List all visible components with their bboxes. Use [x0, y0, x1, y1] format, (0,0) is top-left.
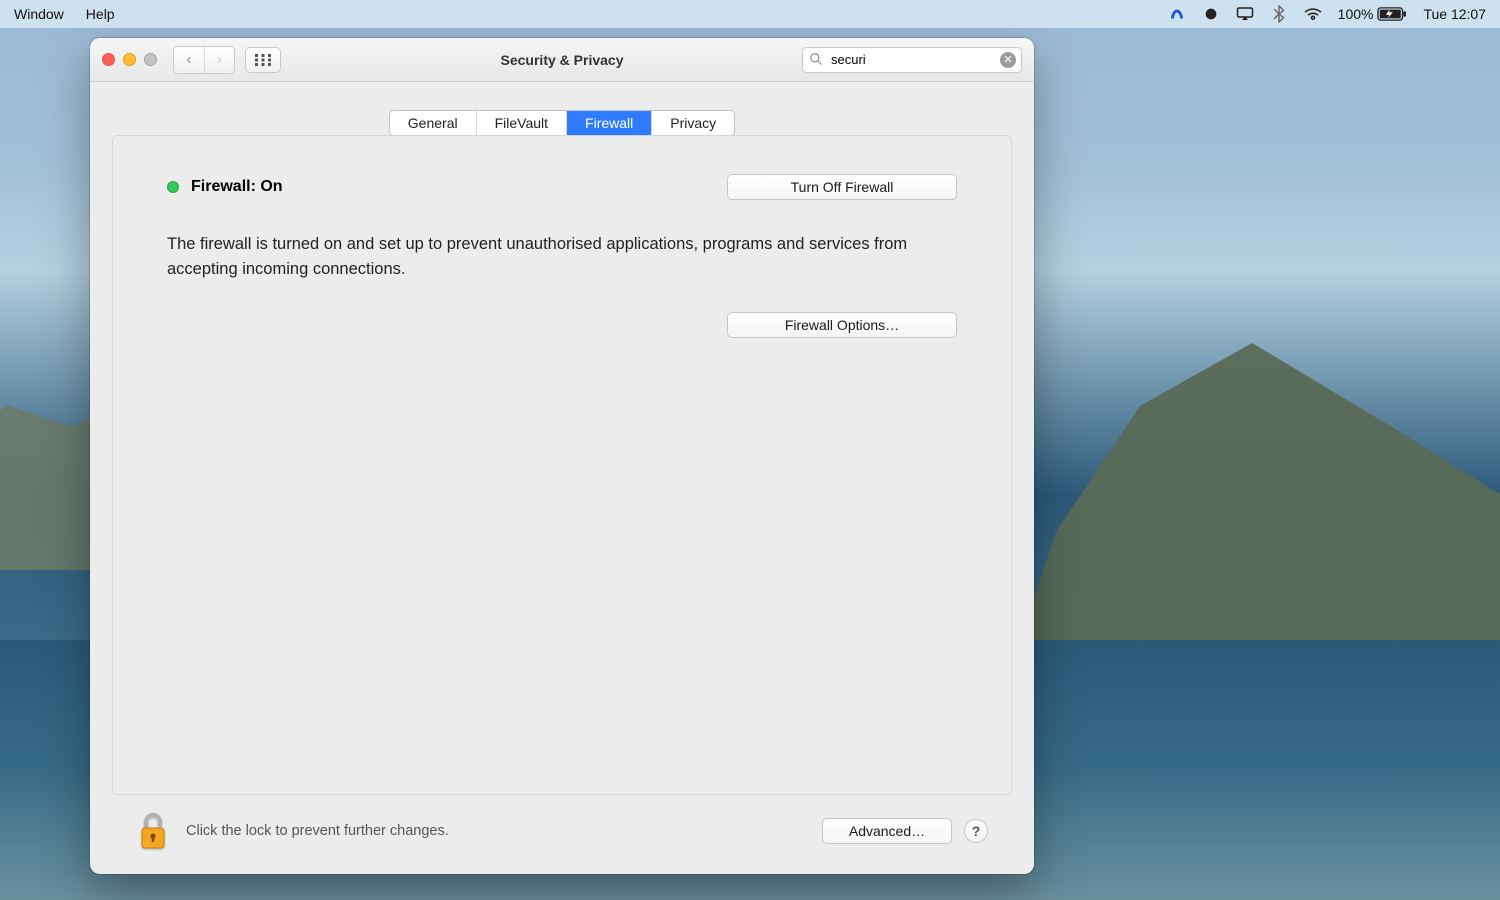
firewall-description: The firewall is turned on and set up to … [167, 232, 927, 282]
menu-window[interactable]: Window [14, 6, 64, 22]
desktop: Window Help 100% Tue 12:07 [0, 0, 1500, 900]
tab-firewall[interactable]: Firewall [566, 111, 651, 135]
lock-icon[interactable] [136, 810, 170, 852]
forward-button[interactable]: › [204, 47, 234, 73]
battery-status[interactable]: 100% [1338, 6, 1408, 22]
tab-privacy[interactable]: Privacy [651, 111, 734, 135]
bluetooth-icon[interactable] [1270, 5, 1288, 23]
status-dot-icon[interactable] [1202, 5, 1220, 23]
menu-help[interactable]: Help [86, 6, 115, 22]
show-all-button[interactable] [245, 47, 281, 73]
battery-percent: 100% [1338, 6, 1374, 22]
turn-off-firewall-button[interactable]: Turn Off Firewall [727, 174, 957, 200]
nav-buttons: ‹ › [173, 46, 235, 74]
footer: Click the lock to prevent further change… [112, 796, 1012, 874]
help-button[interactable]: ? [964, 819, 988, 843]
zoom-icon [144, 53, 157, 66]
firewall-status: Firewall: On [167, 178, 283, 196]
wifi-icon[interactable] [1304, 5, 1322, 23]
airplay-icon[interactable] [1236, 5, 1254, 23]
menubar: Window Help 100% Tue 12:07 [0, 0, 1500, 28]
search-icon [809, 52, 823, 71]
back-button[interactable]: ‹ [174, 47, 204, 73]
tab-filevault[interactable]: FileVault [476, 111, 566, 135]
firewall-status-label: Firewall: On [191, 178, 283, 196]
search-input[interactable] [802, 47, 1022, 73]
tab-general[interactable]: General [390, 111, 476, 135]
close-icon[interactable] [102, 53, 115, 66]
lock-text: Click the lock to prevent further change… [186, 823, 806, 839]
firewall-options-button[interactable]: Firewall Options… [727, 312, 957, 338]
advanced-button[interactable]: Advanced… [822, 818, 952, 844]
firewall-panel: Firewall: On Turn Off Firewall The firew… [112, 135, 1012, 795]
status-dot-icon [167, 181, 179, 193]
prefs-window: ‹ › Security & Privacy ✕ General FileVau… [90, 38, 1034, 874]
wallpaper-mountain [1000, 280, 1500, 700]
clear-search-icon[interactable]: ✕ [1000, 52, 1016, 68]
titlebar[interactable]: ‹ › Security & Privacy ✕ [90, 38, 1034, 82]
mamp-icon[interactable] [1168, 5, 1186, 23]
menubar-clock[interactable]: Tue 12:07 [1423, 6, 1486, 22]
tabs: General FileVault Firewall Privacy [389, 110, 735, 136]
minimize-icon[interactable] [123, 53, 136, 66]
